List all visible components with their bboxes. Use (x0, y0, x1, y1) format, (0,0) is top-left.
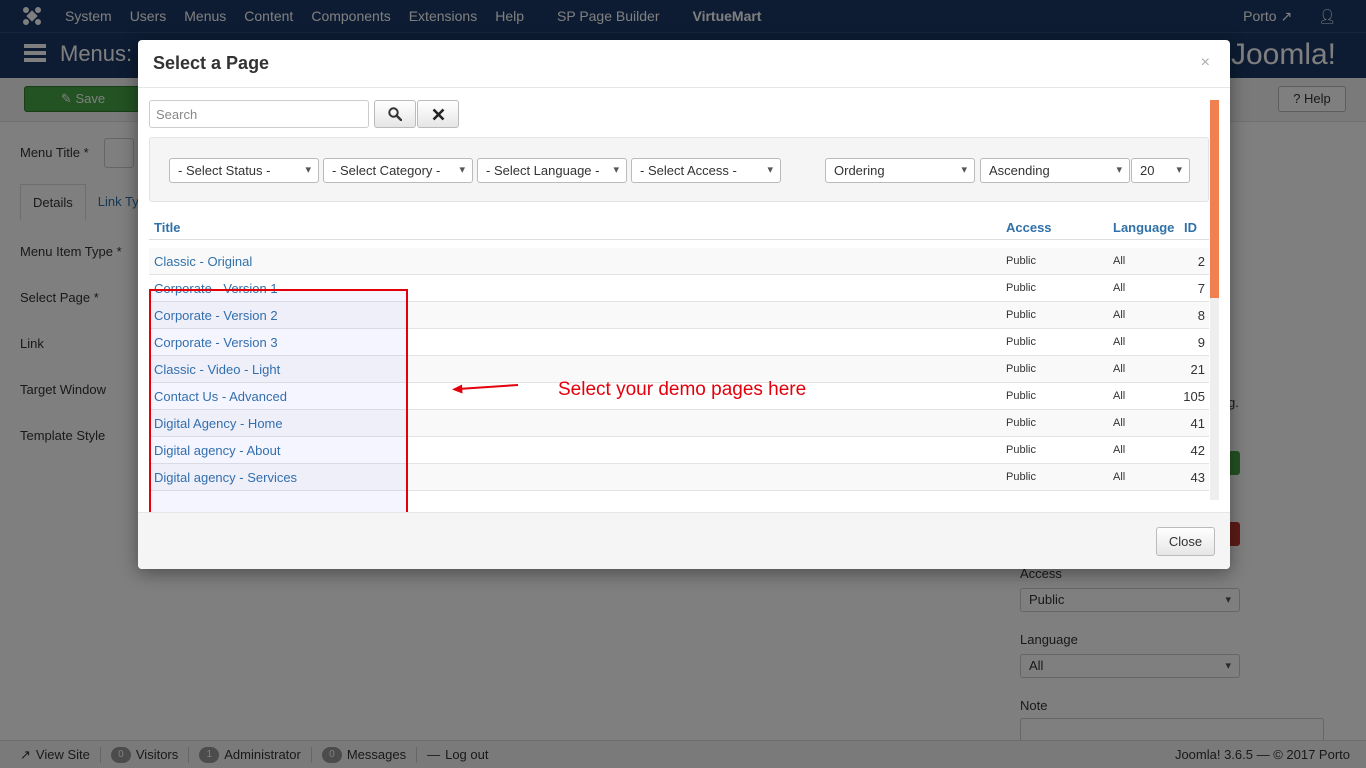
id-cell: 21 (1190, 362, 1205, 377)
column-id[interactable]: ID (1184, 220, 1197, 235)
language-cell: All (1113, 471, 1126, 483)
id-cell: 2 (1197, 254, 1205, 269)
access-cell: Public (1006, 417, 1036, 429)
access-cell: Public (1006, 309, 1036, 321)
id-cell: 41 (1190, 416, 1205, 431)
ordering-value: Ordering (834, 163, 885, 178)
status-filter-value: - Select Status - (178, 163, 271, 178)
table-row: Classic - Original Public All 2 (149, 248, 1209, 275)
direction-select[interactable]: Ascending (980, 158, 1130, 183)
column-access[interactable]: Access (1006, 220, 1052, 235)
limit-select[interactable]: 20 (1131, 158, 1190, 183)
search-icon (388, 107, 402, 121)
language-cell: All (1113, 309, 1126, 321)
status-filter-select[interactable]: - Select Status - (169, 158, 319, 183)
arrow-left-icon (452, 384, 519, 394)
access-cell: Public (1006, 255, 1036, 267)
limit-value: 20 (1140, 163, 1155, 178)
language-cell: All (1113, 363, 1126, 375)
scrollbar-thumb[interactable] (1210, 100, 1219, 298)
modal-header: Select a Page × (138, 40, 1230, 88)
language-filter-value: - Select Language - (486, 163, 600, 178)
language-cell: All (1113, 444, 1126, 456)
id-cell: 105 (1183, 389, 1205, 404)
select-page-modal: Select a Page × - Select Status - - Sele… (138, 40, 1230, 569)
id-cell: 7 (1197, 281, 1205, 296)
id-cell: 8 (1197, 308, 1205, 323)
close-button[interactable]: Close (1156, 527, 1215, 556)
access-cell: Public (1006, 390, 1036, 402)
search-button[interactable] (374, 100, 416, 128)
ordering-select[interactable]: Ordering (825, 158, 975, 183)
clear-button[interactable] (417, 100, 459, 128)
language-cell: All (1113, 255, 1126, 267)
access-cell: Public (1006, 471, 1036, 483)
language-cell: All (1113, 417, 1126, 429)
column-language[interactable]: Language (1113, 220, 1174, 235)
modal-body: - Select Status - - Select Category - - … (138, 88, 1230, 512)
highlight-box (149, 289, 408, 512)
access-filter-value: - Select Access - (640, 163, 737, 178)
access-filter-select[interactable]: - Select Access - (631, 158, 781, 183)
id-cell: 42 (1190, 443, 1205, 458)
category-filter-value: - Select Category - (332, 163, 441, 178)
clear-icon (432, 108, 444, 120)
scrollbar-track[interactable] (1210, 100, 1219, 500)
direction-value: Ascending (989, 163, 1050, 178)
filter-bar: - Select Status - - Select Category - - … (149, 137, 1209, 202)
page-title-link[interactable]: Classic - Original (154, 254, 252, 269)
annotation-text: Select your demo pages here (558, 379, 807, 400)
language-cell: All (1113, 390, 1126, 402)
access-cell: Public (1006, 444, 1036, 456)
category-filter-select[interactable]: - Select Category - (323, 158, 473, 183)
modal-footer: Close (138, 512, 1230, 569)
search-input[interactable] (149, 100, 369, 128)
close-icon[interactable]: × (1201, 54, 1210, 72)
column-title[interactable]: Title (154, 220, 181, 235)
access-cell: Public (1006, 282, 1036, 294)
language-cell: All (1113, 282, 1126, 294)
access-cell: Public (1006, 363, 1036, 375)
table-header: Title Access Language ID (149, 216, 1209, 240)
modal-title: Select a Page (153, 53, 270, 73)
id-cell: 9 (1197, 335, 1205, 350)
language-cell: All (1113, 336, 1126, 348)
access-cell: Public (1006, 336, 1036, 348)
language-filter-select[interactable]: - Select Language - (477, 158, 627, 183)
id-cell: 43 (1190, 470, 1205, 485)
